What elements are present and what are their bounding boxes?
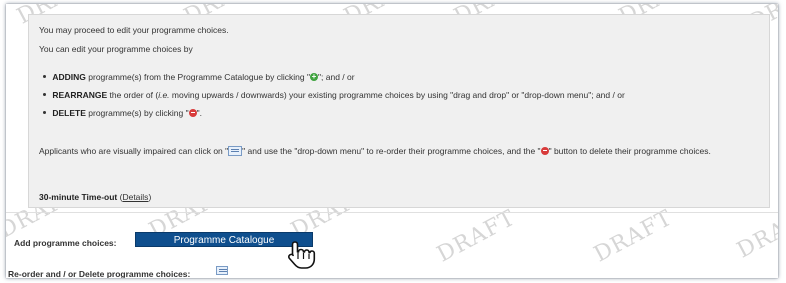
instructions-panel: You may proceed to edit your programme c… — [28, 14, 770, 208]
rearrange-text: moving upwards / downwards) your existin… — [169, 90, 625, 100]
delete-end: ". — [196, 108, 202, 118]
vi-mid: " and use the "drop-down menu" to re-ord… — [242, 146, 541, 156]
add-programme-label: Add programme choices: — [14, 238, 117, 248]
reorder-icon — [228, 145, 243, 156]
vi-start: Applicants who are visually impaired can… — [39, 146, 229, 156]
draft-watermark: DRAFT — [733, 201, 778, 264]
rearrange-pre: the order of ( — [107, 90, 159, 100]
reorder-icon — [216, 266, 228, 276]
timeout-strong: 30-minute Time-out — [39, 192, 118, 202]
minus-icon — [188, 108, 197, 117]
intro-line: You may proceed to edit your programme c… — [39, 25, 229, 35]
reorder-delete-label: Re-order and / or Delete programme choic… — [8, 269, 191, 278]
hand-cursor-icon — [286, 240, 320, 272]
delete-instruction: DELETE programme(s) by clicking " ". — [43, 108, 202, 118]
adding-strong: ADDING — [52, 72, 86, 82]
delete-text: programme(s) by clicking " — [85, 108, 189, 118]
plus-icon: + — [310, 71, 319, 81]
rearrange-strong: REARRANGE — [52, 90, 108, 100]
reorder-button[interactable] — [216, 266, 228, 276]
form-divider — [6, 212, 778, 213]
draft-watermark: DRAFT — [590, 205, 677, 268]
adding-text: programme(s) from the Programme Catalogu… — [85, 72, 311, 82]
minus-icon — [540, 146, 549, 155]
delete-strong: DELETE — [52, 108, 86, 118]
adding-instruction: ADDING programme(s) from the Programme C… — [43, 71, 355, 82]
rearrange-ie: i.e. — [158, 90, 170, 100]
draft-watermark: DRAFT — [433, 205, 520, 268]
rearrange-instruction: REARRANGE the order of (i.e. moving upwa… — [43, 90, 625, 100]
adding-end: "; and / or — [318, 72, 355, 82]
vi-end: " button to delete their programme choic… — [548, 146, 711, 156]
edit-intro-line: You can edit your programme choices by — [39, 44, 193, 54]
timeout-close: ) — [148, 192, 152, 202]
accessibility-note: Applicants who are visually impaired can… — [39, 141, 761, 161]
page-frame: DRAFT DRAFT DRAFT DRAFT DRAFT DRAFT DRAF… — [6, 4, 778, 278]
timeout-line: 30-minute Time-out (Details) — [39, 192, 151, 202]
details-link[interactable]: Details — [122, 192, 148, 202]
